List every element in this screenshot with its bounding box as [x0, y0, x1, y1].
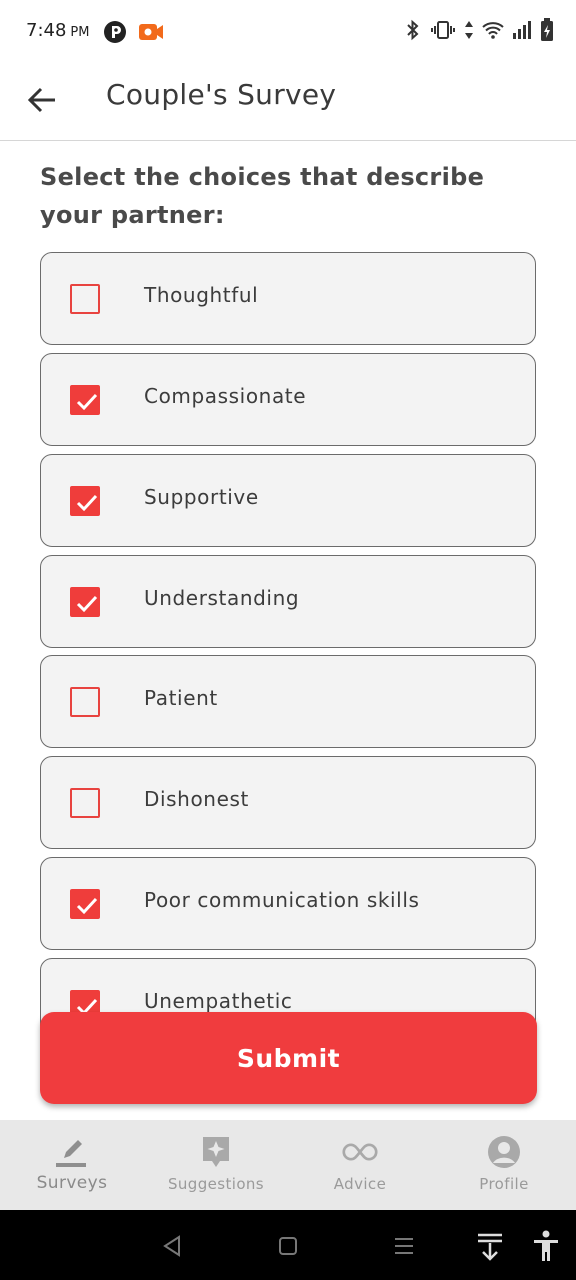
option-label: Poor communication skills — [144, 888, 420, 912]
vibrate-icon — [430, 19, 456, 45]
nav-item-advice[interactable]: Advice — [288, 1120, 432, 1210]
app-notification-icon — [103, 20, 127, 44]
bluetooth-icon — [404, 19, 422, 45]
battery-icon — [540, 18, 554, 46]
person-icon — [486, 1134, 522, 1170]
nav-label: Profile — [479, 1175, 529, 1193]
collapse-down-icon[interactable] — [474, 1230, 506, 1262]
option-thoughtful[interactable]: Thoughtful — [40, 252, 536, 345]
option-poor-communication-skills[interactable]: Poor communication skills — [40, 857, 536, 950]
status-bar: 7:48 PM — [0, 0, 576, 64]
arrow-back-icon — [27, 87, 55, 113]
option-label: Unempathetic — [144, 989, 293, 1013]
option-label: Thoughtful — [144, 283, 259, 307]
option-compassionate[interactable]: Compassionate — [40, 353, 536, 446]
bottom-nav: Surveys Suggestions Advice Profile — [0, 1120, 576, 1210]
option-dishonest[interactable]: Dishonest — [40, 756, 536, 849]
checkbox-checked[interactable] — [70, 486, 100, 516]
video-recording-icon — [138, 20, 163, 44]
back-button[interactable] — [22, 80, 62, 120]
options-list: Thoughtful Compassionate Supportive Unde… — [40, 252, 537, 1120]
option-label: Compassionate — [144, 384, 307, 408]
checkbox[interactable] — [70, 687, 100, 717]
option-label: Understanding — [144, 586, 300, 610]
checkbox[interactable] — [70, 788, 100, 818]
nav-item-suggestions[interactable]: Suggestions — [144, 1120, 288, 1210]
data-arrows-icon — [464, 19, 474, 45]
option-label: Dishonest — [144, 787, 249, 811]
nav-label: Suggestions — [167, 1175, 265, 1193]
checkbox-checked[interactable] — [70, 385, 100, 415]
status-time-value: 7:48 — [26, 20, 67, 41]
back-triangle-icon[interactable] — [156, 1230, 188, 1262]
signal-icon — [512, 20, 532, 44]
wifi-icon — [482, 20, 504, 44]
checkmark-icon — [76, 897, 98, 915]
status-icons — [404, 18, 554, 46]
survey-question: Select the choices that describe your pa… — [40, 163, 485, 229]
option-label: Supportive — [144, 485, 259, 509]
accessibility-icon[interactable] — [530, 1230, 562, 1262]
submit-button[interactable]: Submit — [40, 1012, 537, 1104]
sparkle-icon — [198, 1134, 234, 1170]
nav-item-surveys[interactable]: Surveys — [0, 1120, 144, 1210]
nav-item-profile[interactable]: Profile — [432, 1120, 576, 1210]
checkbox-checked[interactable] — [70, 889, 100, 919]
nav-label: Surveys — [36, 1173, 108, 1193]
page-title: Couple's Survey — [106, 78, 337, 111]
checkmark-icon — [76, 494, 98, 512]
system-nav-bar — [0, 1210, 576, 1280]
option-label: Patient — [144, 686, 218, 710]
home-square-icon[interactable] — [272, 1230, 304, 1262]
checkbox-checked[interactable] — [70, 587, 100, 617]
option-supportive[interactable]: Supportive — [40, 454, 536, 547]
checkmark-icon — [76, 393, 98, 411]
nav-label: Advice — [333, 1175, 387, 1193]
checkmark-icon — [76, 595, 98, 613]
option-understanding[interactable]: Understanding — [40, 555, 536, 648]
checkbox[interactable] — [70, 284, 100, 314]
status-time-ampm: PM — [70, 25, 90, 40]
app-bar: Couple's Survey — [0, 64, 576, 141]
recents-menu-icon[interactable] — [388, 1230, 420, 1262]
pencil-icon — [54, 1134, 90, 1170]
infinity-icon — [342, 1134, 378, 1170]
status-time: 7:48 PM — [26, 20, 89, 41]
option-patient[interactable]: Patient — [40, 655, 536, 748]
